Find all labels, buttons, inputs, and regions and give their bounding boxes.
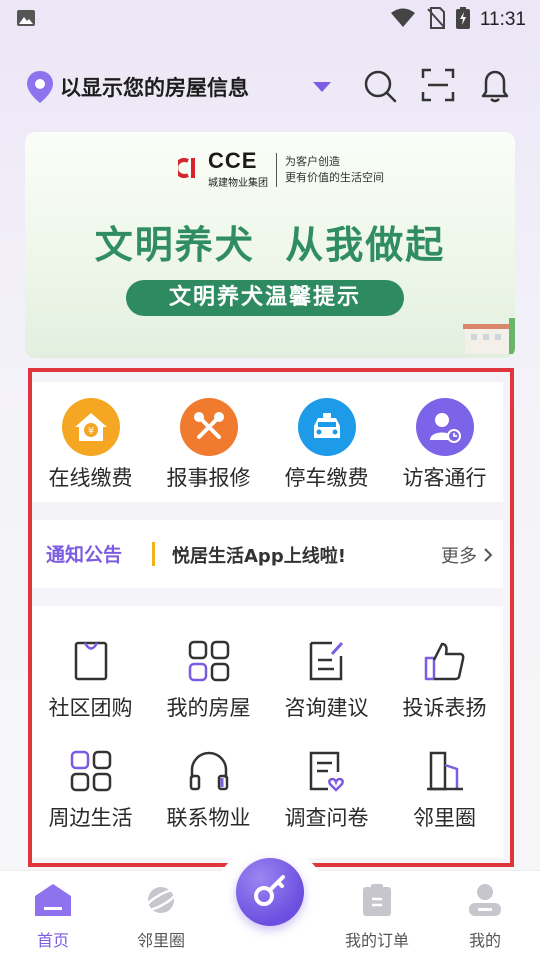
- battery-charging-icon: [455, 7, 470, 33]
- grid-item-neighborhood[interactable]: 邻里圈: [386, 746, 503, 832]
- headphones-icon: [150, 746, 267, 792]
- svg-text:¥: ¥: [87, 426, 93, 437]
- notice-tag: 通知公告: [46, 544, 123, 566]
- key-icon: [250, 870, 290, 914]
- tab-orders[interactable]: 我的订单: [332, 883, 422, 951]
- promo-banner[interactable]: CCE 城建物业集团 为客户创造 更有价值的生活空间 文明养犬 从我做起 文明养…: [25, 132, 515, 358]
- image-notification-icon: [16, 9, 36, 31]
- location-pin-icon[interactable]: [26, 70, 54, 108]
- tools-icon: [179, 398, 238, 456]
- status-bar: 11:31: [0, 0, 540, 36]
- service-online-payment[interactable]: ¥ 在线缴费: [32, 382, 149, 492]
- grid-item-contact[interactable]: 联系物业: [150, 746, 267, 832]
- grid-item-nearby[interactable]: 周边生活: [32, 746, 149, 832]
- feature-grid: 社区团购 我的房屋 咨询建议 投诉表扬 周边生活 联系物业 调查问卷 邻里圈: [32, 606, 503, 858]
- document-pen-icon: [268, 636, 385, 682]
- notice-divider: [152, 542, 155, 566]
- tab-neighborhood[interactable]: 邻里圈: [116, 883, 206, 951]
- brand-logo: CCE 城建物业集团 为客户创造 更有价值的生活空间: [174, 150, 384, 189]
- chevron-right-icon: [484, 548, 493, 562]
- grid-item-survey[interactable]: 调查问卷: [268, 746, 385, 832]
- top-bar: 以显示您的房屋信息: [0, 62, 540, 110]
- grid-squares-icon: [32, 746, 149, 792]
- clipboard-icon: [361, 884, 393, 921]
- status-time: 11:31: [479, 9, 526, 30]
- notice-bar[interactable]: 通知公告 悦居生活App上线啦! 更多: [32, 520, 503, 588]
- scan-icon[interactable]: [421, 68, 455, 106]
- home-icon: [34, 884, 72, 921]
- no-sim-icon: [426, 7, 446, 33]
- building-icon: [386, 746, 503, 792]
- banner-pill: 文明养犬温馨提示: [126, 280, 404, 316]
- building-illustration: [459, 318, 515, 358]
- search-icon[interactable]: [362, 68, 398, 108]
- address-selector[interactable]: 以显示您的房屋信息: [60, 72, 249, 102]
- visitor-icon: [415, 398, 474, 456]
- service-parking[interactable]: 停车缴费: [268, 382, 385, 492]
- grid-item-consult[interactable]: 咨询建议: [268, 636, 385, 722]
- center-key-button[interactable]: [236, 858, 304, 926]
- shopping-bag-icon: [32, 636, 149, 682]
- grid-item-complaint[interactable]: 投诉表扬: [386, 636, 503, 722]
- grid-item-my-house[interactable]: 我的房屋: [150, 636, 267, 722]
- tab-me[interactable]: 我的: [440, 883, 530, 951]
- chevron-down-icon[interactable]: [313, 82, 331, 92]
- wifi-icon: [390, 8, 416, 32]
- grid-squares-icon: [150, 636, 267, 682]
- planet-icon: [143, 887, 179, 921]
- questionnaire-icon: [268, 746, 385, 792]
- banner-headline: 文明养犬 从我做起: [94, 223, 446, 267]
- bell-icon[interactable]: [479, 68, 511, 108]
- house-yen-icon: ¥: [61, 398, 120, 456]
- thumbs-up-icon: [386, 636, 503, 682]
- cce-logo-icon: [174, 157, 202, 182]
- car-icon: [297, 398, 356, 456]
- notice-text[interactable]: 悦居生活App上线啦!: [172, 542, 346, 568]
- quick-services: ¥ 在线缴费 报事报修 停车缴费 访客通行: [32, 382, 503, 502]
- grid-item-group-buy[interactable]: 社区团购: [32, 636, 149, 722]
- service-visitor[interactable]: 访客通行: [386, 382, 503, 492]
- tab-home[interactable]: 首页: [8, 883, 98, 951]
- user-icon: [468, 884, 502, 921]
- notice-more-link[interactable]: 更多: [441, 542, 493, 568]
- service-repair[interactable]: 报事报修: [150, 382, 267, 492]
